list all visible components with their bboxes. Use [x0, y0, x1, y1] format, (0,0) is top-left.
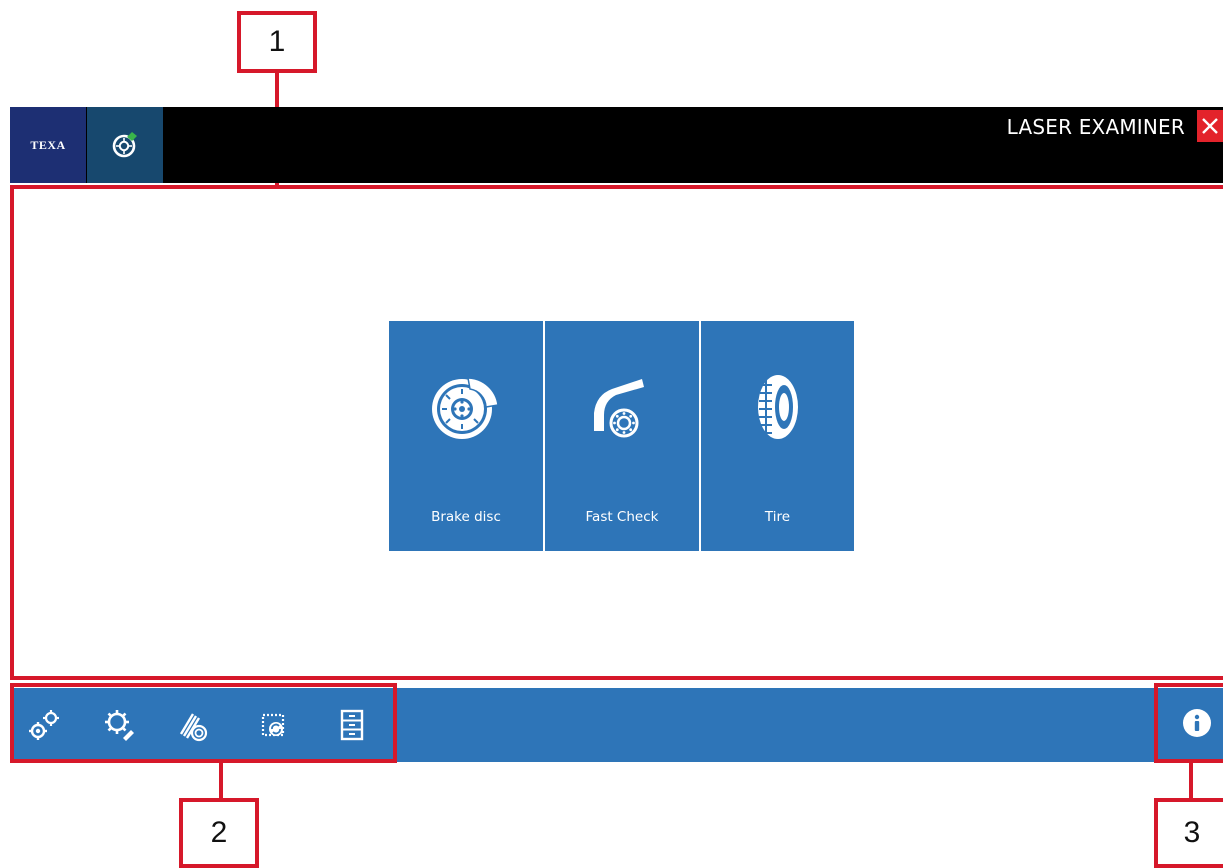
callout-1-label: 1 [268, 25, 286, 58]
tire-icon [757, 375, 798, 439]
update-button[interactable] [253, 705, 293, 745]
tile-label: Brake disc [431, 509, 501, 525]
calibration-button[interactable] [172, 705, 212, 745]
tile-brake-disc[interactable]: Brake disc [389, 321, 543, 551]
gear-wrench-icon [105, 710, 134, 741]
info-icon [1194, 714, 1200, 731]
function-tiles: Brake disc Fast Check Tire [389, 321, 854, 551]
settings-gears-icon [29, 710, 59, 740]
tile-fast-check[interactable]: Fast Check [545, 321, 699, 551]
fast-check-icon [594, 379, 644, 439]
window-title: LASER EXAMINER [1006, 115, 1185, 139]
tile-tire[interactable]: Tire [701, 321, 854, 551]
wheel-check-icon [112, 132, 137, 158]
close-button[interactable] [1197, 110, 1223, 142]
info-button[interactable] [1183, 709, 1211, 737]
calibration-icon [179, 713, 208, 742]
update-chip-icon [261, 713, 285, 737]
texa-logo: TEXA [10, 107, 86, 183]
callout-3: 3 [1154, 798, 1223, 868]
callout-2-connector [219, 763, 223, 801]
bottom-toolbar [10, 688, 1223, 762]
tile-label: Fast Check [585, 509, 659, 525]
archive-cabinet-icon [340, 709, 364, 741]
title-bar: TEXA LASER EXAMINER [10, 107, 1223, 183]
callout-3-connector [1189, 763, 1193, 801]
settings-button[interactable] [24, 705, 64, 745]
close-icon [1202, 118, 1218, 134]
callout-2: 2 [179, 798, 259, 868]
app-icon-tile[interactable] [87, 107, 163, 183]
callout-3-label: 3 [1183, 816, 1201, 849]
gear-wrench-button[interactable] [100, 705, 140, 745]
logo-text: TEXA [30, 137, 66, 152]
archive-button[interactable] [332, 705, 372, 745]
tile-label: Tire [764, 509, 791, 525]
callout-1: 1 [237, 11, 317, 73]
brake-disc-icon [432, 377, 499, 439]
callout-2-label: 2 [210, 816, 228, 849]
